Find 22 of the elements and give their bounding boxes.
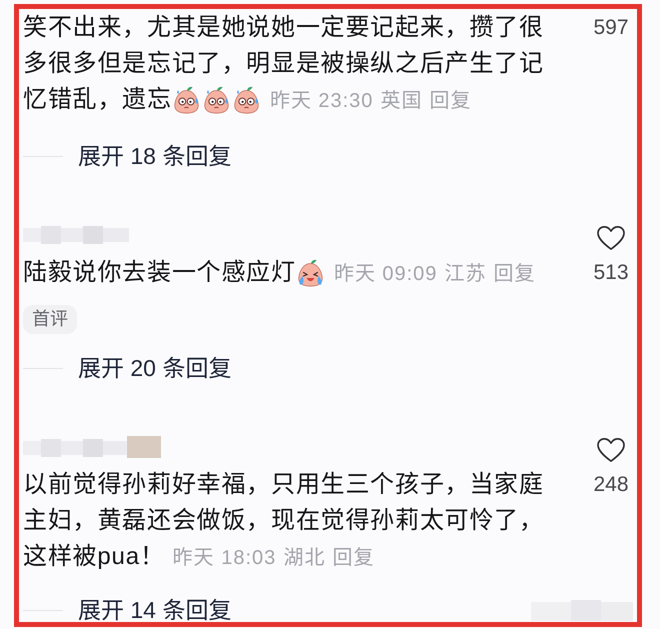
comment-location: 江苏 [444, 263, 486, 285]
nervous-face-icon [173, 86, 200, 114]
comment-location: 英国 [380, 90, 422, 112]
laughing-crying-face-icon [297, 259, 324, 287]
comment-location: 湖北 [283, 547, 326, 569]
like-count: 597 [593, 15, 629, 41]
comment-body: 笑不出来，尤其是她说她一定要记起来，攒了很多很多但是忘记了，明显是被操纵之后产生了记忆错乱，遗忘 昨天 23:30 英国 回复 [23, 13, 545, 116]
comment-time: 昨天 18:03 [172, 547, 276, 569]
like-count: 248 [593, 472, 629, 498]
comment-time: 昨天 23:30 [270, 90, 374, 112]
expand-replies-button[interactable]: 展开 14 条回复 [78, 598, 232, 623]
like-heart-icon[interactable] [596, 225, 626, 251]
comment-time: 昨天 09:09 [334, 263, 438, 285]
expand-replies-button[interactable]: 展开 18 条回复 [78, 144, 232, 168]
comment-body: 陆毅说你去装一个感应灯 昨天 09:09 江苏 回复 [23, 258, 536, 289]
comment-body: 以前觉得孙莉好幸福，只用生三个孩子，当家庭主妇，黄磊还会做饭，现在觉得孙莉太可怜了，这样被pua！ 昨天 18:03 湖北 回复 [23, 470, 545, 573]
nervous-face-icon [233, 86, 260, 114]
like-count: 513 [593, 260, 629, 286]
expand-replies-button[interactable]: 展开 20 条回复 [78, 356, 232, 380]
first-comment-tag: 首评 [23, 305, 77, 334]
nervous-face-icon [203, 86, 230, 114]
like-heart-icon[interactable] [596, 437, 626, 463]
